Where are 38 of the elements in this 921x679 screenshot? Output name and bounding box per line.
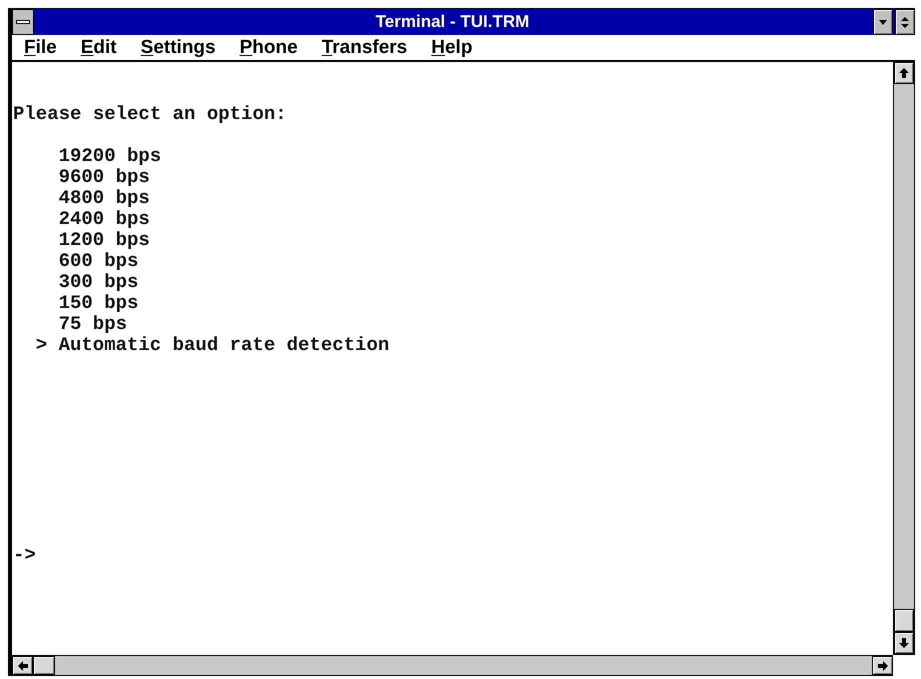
- vertical-scrollbar[interactable]: [893, 62, 915, 655]
- baud-rate-option[interactable]: 2400 bps: [58, 209, 150, 230]
- minimize-button[interactable]: [873, 9, 893, 35]
- menu-item[interactable]: Transfers: [310, 36, 420, 59]
- baud-rate-option[interactable]: 19200 bps: [58, 146, 162, 167]
- system-menu-button[interactable]: [12, 9, 34, 35]
- baud-rate-option[interactable]: 9600 bps: [58, 167, 150, 188]
- arrow-right-icon: [878, 660, 888, 670]
- horizontal-scrollbar[interactable]: [12, 655, 893, 676]
- scroll-thumb[interactable]: [894, 609, 914, 632]
- scroll-right-button[interactable]: [872, 656, 893, 675]
- arrow-left-icon: [18, 660, 28, 670]
- caret-down-icon: [879, 20, 887, 24]
- scroll-up-button[interactable]: [894, 62, 914, 84]
- arrow-down-icon: [899, 638, 909, 648]
- menu-item[interactable]: Edit: [68, 36, 129, 59]
- baud-rate-option[interactable]: 4800 bps: [58, 188, 150, 209]
- maximize-button[interactable]: [895, 9, 915, 35]
- menu-item[interactable]: Help: [419, 36, 484, 59]
- scroll-thumb[interactable]: [33, 656, 55, 675]
- terminal-text: Please select an option:: [13, 104, 287, 125]
- command-prompt: ->: [13, 545, 36, 566]
- minus-icon: [16, 20, 30, 24]
- baud-rate-option[interactable]: 1200 bps: [58, 230, 150, 251]
- baud-rate-option[interactable]: 600 bps: [58, 251, 138, 272]
- baud-rate-option[interactable]: 75 bps: [58, 314, 128, 335]
- up-down-arrows-icon: [901, 16, 909, 28]
- menu-item[interactable]: File: [12, 36, 69, 59]
- menu-item[interactable]: Phone: [228, 36, 310, 59]
- window-title: Terminal - TUI.TRM: [376, 12, 530, 32]
- selection-marker: >: [36, 334, 48, 356]
- baud-rate-option[interactable]: Automatic baud rate detection: [58, 335, 390, 356]
- menu-item[interactable]: Settings: [128, 36, 228, 59]
- scroll-left-button[interactable]: [12, 656, 33, 675]
- scroll-down-button[interactable]: [894, 632, 914, 654]
- baud-rate-option[interactable]: 300 bps: [58, 272, 138, 293]
- baud-rate-option[interactable]: 150 bps: [58, 293, 138, 314]
- arrow-up-icon: [899, 68, 909, 78]
